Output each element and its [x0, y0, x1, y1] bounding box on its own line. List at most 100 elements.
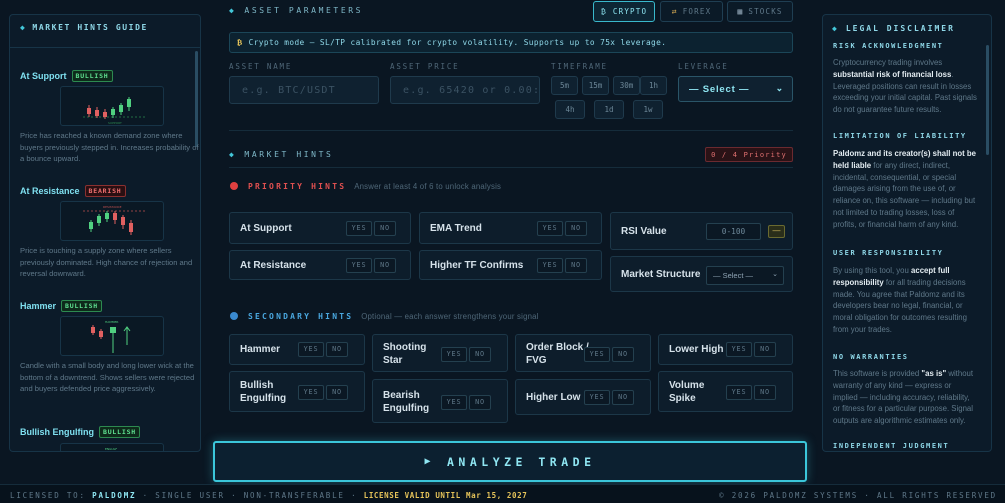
chart-icon: ▦ — [737, 7, 744, 16]
yes-button[interactable]: YES — [346, 258, 372, 273]
divider — [229, 167, 793, 168]
hint-card-at-support: At Support YES NO — [229, 212, 411, 244]
hint-card-market-structure: Market Structure — Select — ⌄ — [610, 256, 793, 292]
no-button[interactable]: NO — [326, 385, 348, 400]
bullish-engulfing-chart-thumbnail: ENGULF — [60, 443, 164, 451]
hint-card-higher-tf-confirms: Higher TF Confirms YES NO — [419, 250, 602, 280]
support-chart-thumbnail: SUPPORT — [60, 86, 164, 126]
mode-info-banner: ₿ Crypto mode — SL/TP calibrated for cryp… — [229, 32, 793, 53]
diamond-icon: ◆ — [229, 6, 237, 15]
tab-forex[interactable]: ⇄ FOREX — [660, 1, 723, 22]
refresh-icon: ⇄ — [671, 7, 678, 16]
scrollbar[interactable] — [986, 45, 989, 155]
no-button[interactable]: NO — [469, 347, 491, 362]
section-heading: USER RESPONSIBILITY — [833, 249, 944, 257]
no-button[interactable]: NO — [326, 342, 348, 357]
timeframe-15m[interactable]: 15m — [582, 76, 609, 95]
legal-disclaimer-panel: ◆ LEGAL DISCLAIMER RISK ACKNOWLEDGMENT Cr… — [822, 14, 992, 452]
no-button[interactable]: NO — [565, 258, 587, 273]
hint-description: Candle with a small body and long lower … — [20, 361, 195, 393]
yes-no-toggle: YES NO — [298, 385, 348, 400]
tab-crypto[interactable]: ₿ CRYPTO — [593, 1, 655, 22]
chevron-down-icon: ⌄ — [775, 83, 784, 93]
yes-no-toggle: YES NO — [584, 390, 634, 405]
market-hints-guide-panel: ◆ MARKET HINTS GUIDE At Support BULLISH SU… — [9, 14, 201, 452]
section-heading: INDEPENDENT JUDGMENT — [833, 442, 950, 450]
yes-button[interactable]: YES — [726, 342, 752, 357]
yes-button[interactable]: YES — [298, 385, 324, 400]
tab-stocks[interactable]: ▦ STOCKS — [727, 1, 793, 22]
timeframe-1w[interactable]: 1w — [633, 100, 663, 119]
candlestick-icon: SUPPORT — [83, 97, 145, 125]
yes-button[interactable]: YES — [441, 347, 467, 362]
asset-parameters-heading: ◆ ASSET PARAMETERS — [229, 6, 364, 15]
section-heading: LIMITATION OF LIABILITY — [833, 132, 967, 140]
no-button[interactable]: NO — [612, 347, 634, 362]
bitcoin-icon: ₿ — [237, 38, 243, 47]
market-hints-heading: ◆ MARKET HINTS — [229, 150, 334, 159]
yes-button[interactable]: YES — [537, 258, 563, 273]
yes-button[interactable]: YES — [346, 221, 372, 236]
hammer-chart-thumbnail: HAMMER — [60, 316, 164, 356]
hint-card-ema-trend: EMA Trend YES NO — [419, 212, 602, 244]
asset-name-input[interactable]: e.g. BTC/USDT — [229, 76, 379, 104]
blue-dot-icon — [230, 312, 238, 320]
hint-card-hammer: Hammer YES NO — [229, 334, 365, 365]
hint-card-shooting-star: Shooting Star YES NO — [372, 334, 508, 372]
resistance-chart-thumbnail: RESISTANCE — [60, 201, 164, 241]
diamond-icon: ◆ — [229, 150, 237, 159]
yes-no-toggle: YES NO — [726, 385, 776, 400]
yes-no-toggle: YES NO — [346, 221, 396, 236]
timeframe-4h[interactable]: 4h — [555, 100, 585, 119]
hint-title-at-support: At Support BULLISH — [20, 70, 113, 82]
yes-button[interactable]: YES — [726, 385, 752, 400]
analyze-trade-button[interactable]: ▶ ANALYZE TRADE — [213, 441, 807, 482]
hint-description: Price has reached a known demand zone wh… — [20, 131, 199, 163]
svg-text:ENGULF: ENGULF — [105, 447, 117, 451]
no-button[interactable]: NO — [754, 342, 776, 357]
timeframe-30m[interactable]: 30m — [613, 76, 640, 95]
bullish-badge: BULLISH — [99, 426, 140, 438]
no-button[interactable]: NO — [565, 221, 587, 236]
panel-title: ◆ LEGAL DISCLAIMER — [832, 24, 955, 33]
svg-text:HAMMER: HAMMER — [105, 320, 118, 324]
timeframe-1h[interactable]: 1h — [640, 76, 667, 95]
no-button[interactable]: NO — [754, 385, 776, 400]
timeframe-5m[interactable]: 5m — [551, 76, 578, 95]
hint-title-bullish-engulfing: Bullish Engulfing BULLISH — [20, 426, 140, 438]
candlestick-icon: HAMMER — [91, 320, 131, 353]
yes-button[interactable]: YES — [537, 221, 563, 236]
asset-price-input[interactable]: e.g. 65420 or 0.00: — [390, 76, 540, 104]
rsi-input[interactable]: 0-100 — [706, 223, 761, 240]
candlestick-icon: RESISTANCE — [83, 205, 145, 235]
yes-button[interactable]: YES — [584, 347, 610, 362]
priority-count-badge: 0 / 4 Priority — [705, 147, 793, 162]
no-button[interactable]: NO — [612, 390, 634, 405]
divider — [229, 130, 793, 131]
market-structure-select[interactable]: — Select — ⌄ — [706, 266, 784, 285]
yes-button[interactable]: YES — [584, 390, 610, 405]
divider — [10, 47, 200, 48]
yes-button[interactable]: YES — [298, 342, 324, 357]
timeframe-1d[interactable]: 1d — [594, 100, 624, 119]
hint-title-hammer: Hammer BULLISH — [20, 300, 103, 312]
yes-button[interactable]: YES — [441, 395, 467, 410]
leverage-label: LEVERAGE — [678, 62, 729, 71]
section-text: By using this tool, you accept full resp… — [833, 266, 967, 334]
hint-card-rsi-value: RSI Value 0-100 — — [610, 212, 793, 250]
candlestick-icon: ENGULF — [105, 447, 117, 451]
chevron-down-icon: ⌄ — [772, 271, 778, 278]
bullish-badge: BULLISH — [61, 300, 103, 312]
section-heading: RISK ACKNOWLEDGMENT — [833, 42, 944, 50]
no-button[interactable]: NO — [374, 221, 396, 236]
leverage-select[interactable]: — Select — ⌄ — [678, 76, 793, 102]
section-text: Cryptocurrency trading involves substant… — [833, 58, 977, 115]
hint-card-higher-low: Higher Low YES NO — [515, 379, 651, 415]
license-info: LICENSED TO: PALDOMZ · SINGLE USER · NON… — [10, 491, 528, 500]
yes-no-toggle: YES NO — [726, 342, 776, 357]
rsi-status-indicator: — — [768, 225, 785, 238]
no-button[interactable]: NO — [469, 395, 491, 410]
asset-price-label: ASSET PRICE — [390, 62, 460, 71]
bullish-badge: BULLISH — [71, 70, 113, 82]
no-button[interactable]: NO — [374, 258, 396, 273]
